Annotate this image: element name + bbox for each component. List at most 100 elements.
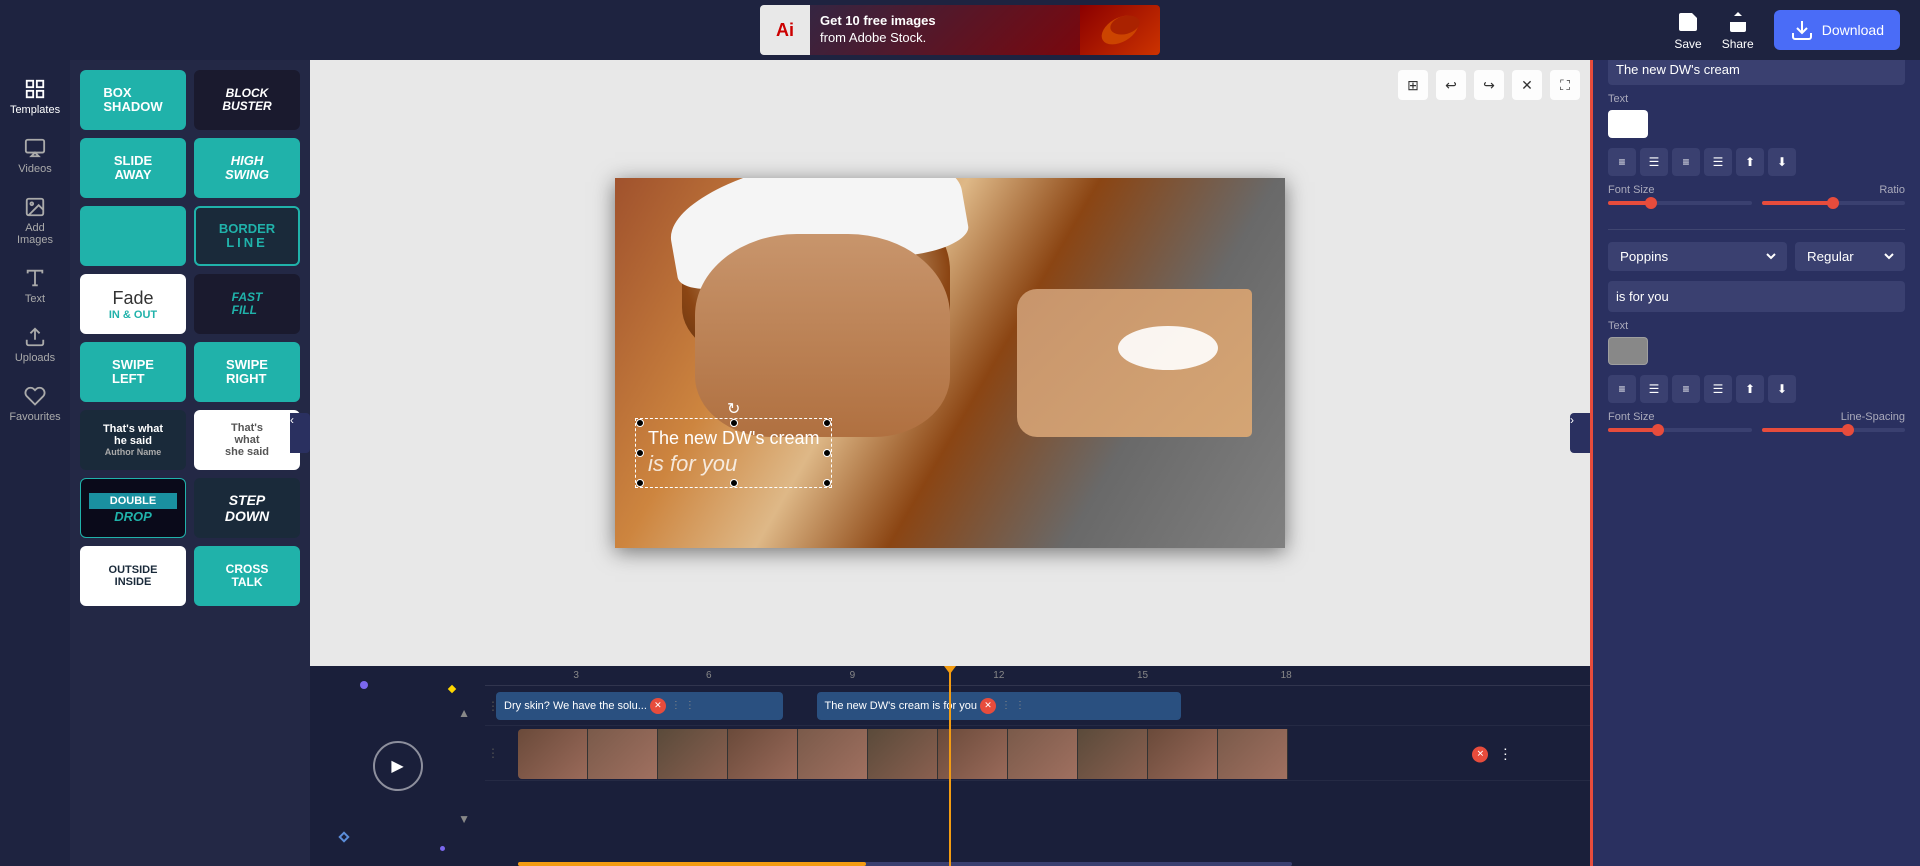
color-swatch-2[interactable] bbox=[1608, 337, 1648, 365]
overlay-text-1: The new DW's cream bbox=[648, 427, 819, 450]
audio-clip-2-close[interactable]: ✕ bbox=[980, 698, 996, 714]
font-style-select-2[interactable]: Regular Bold Italic bbox=[1795, 242, 1905, 271]
video-clip-handle[interactable]: ⋮ bbox=[1498, 746, 1512, 763]
font-size-label-2: Font Size bbox=[1608, 411, 1654, 423]
align-justify-2[interactable]: ☰ bbox=[1704, 375, 1732, 403]
template-outside-inside[interactable]: OUTSIDE INSIDE bbox=[80, 546, 186, 606]
text-input-2[interactable] bbox=[1608, 281, 1905, 312]
align-row-1: ≡ ☰ ≡ ☰ ⬆ ⬇ bbox=[1608, 148, 1905, 176]
align-row-2: ≡ ☰ ≡ ☰ ⬆ ⬇ bbox=[1608, 375, 1905, 403]
handle-tr[interactable] bbox=[823, 419, 831, 427]
sidebar-item-videos[interactable]: Videos bbox=[5, 129, 65, 183]
video-strip[interactable]: ✕ ⋮ bbox=[518, 729, 1535, 779]
left-panel-toggle[interactable]: ‹ bbox=[290, 413, 310, 453]
text-section-2: Poppins Arial Roboto Regular Bold Italic… bbox=[1608, 242, 1905, 444]
template-box-shadow[interactable]: BOXSHADOW bbox=[80, 70, 186, 130]
audio-clip-1-handle-a[interactable]: ⋮ bbox=[671, 700, 681, 711]
template-step-down[interactable]: STEP DOWN bbox=[194, 478, 300, 538]
ad-banner[interactable]: Ai Get 10 free images from Adobe Stock. bbox=[760, 5, 1160, 55]
canvas-toolbar: ⊞ ↩ ↪ ✕ ⛶ bbox=[1398, 70, 1580, 100]
fullscreen-btn[interactable]: ⛶ bbox=[1550, 70, 1580, 100]
font-size-label-1: Font Size bbox=[1608, 184, 1654, 196]
right-panel-toggle[interactable]: › bbox=[1570, 413, 1590, 453]
handle-ml[interactable] bbox=[636, 449, 644, 457]
align-top-1[interactable]: ⬆ bbox=[1736, 148, 1764, 176]
color-swatch-1[interactable] bbox=[1608, 110, 1648, 138]
template-grid: BOXSHADOW BLOCKBUSTER SLIDEAWAY HIGHSWIN… bbox=[80, 70, 300, 606]
timeline-ruler: 3 6 9 12 15 18 bbox=[485, 666, 1590, 686]
audio-clip-2-handle-b[interactable]: ⋮ bbox=[1015, 700, 1025, 711]
align-right-1[interactable]: ≡ bbox=[1672, 148, 1700, 176]
save-action[interactable]: Save bbox=[1674, 10, 1701, 51]
align-center-2[interactable]: ☰ bbox=[1640, 375, 1668, 403]
video-track-row: ⋮ ✕ bbox=[485, 726, 1590, 781]
align-left-1[interactable]: ≡ bbox=[1608, 148, 1636, 176]
template-quote1[interactable]: That's whathe said Author Name bbox=[80, 410, 186, 470]
handle-bl[interactable] bbox=[636, 479, 644, 487]
overlay-text-2: is for you bbox=[648, 450, 819, 479]
audio-clip-2-handle-a[interactable]: ⋮ bbox=[1001, 700, 1011, 711]
rotate-handle[interactable]: ↻ bbox=[727, 399, 740, 419]
video-clip-close[interactable]: ✕ bbox=[1472, 746, 1488, 762]
audio-clip-1-close[interactable]: ✕ bbox=[650, 698, 666, 714]
audio-clip-1[interactable]: Dry skin? We have the solu... ✕ ⋮ ⋮ bbox=[496, 692, 783, 720]
font-size-slider-1[interactable] bbox=[1608, 201, 1752, 205]
close-btn[interactable]: ✕ bbox=[1512, 70, 1542, 100]
font-family-select-2[interactable]: Poppins Arial Roboto bbox=[1608, 242, 1787, 271]
handle-tm[interactable] bbox=[730, 419, 738, 427]
grid-view-btn[interactable]: ⊞ bbox=[1398, 70, 1428, 100]
template-double-drop[interactable]: DOUBLE DROP bbox=[80, 478, 186, 538]
template-swipe-left[interactable]: SWIPELEFT bbox=[80, 342, 186, 402]
sidebar-item-favourites[interactable]: Favourites bbox=[5, 377, 65, 431]
text-overlay[interactable]: ↻ The new DW's cream is for you bbox=[635, 418, 832, 488]
audio-clip-1-text: Dry skin? We have the solu... bbox=[504, 700, 647, 712]
share-action[interactable]: Share bbox=[1722, 10, 1754, 51]
align-left-2[interactable]: ≡ bbox=[1608, 375, 1636, 403]
template-slide-away[interactable]: SLIDEAWAY bbox=[80, 138, 186, 198]
templates-panel: BOXSHADOW BLOCKBUSTER SLIDEAWAY HIGHSWIN… bbox=[70, 60, 310, 866]
sidebar-item-add-images[interactable]: Add Images bbox=[5, 188, 65, 254]
video-background bbox=[615, 178, 1285, 548]
ratio-slider-1[interactable] bbox=[1762, 201, 1906, 205]
align-right-2[interactable]: ≡ bbox=[1672, 375, 1700, 403]
video-track-handle[interactable]: ⋮ bbox=[487, 746, 499, 760]
template-solid-green[interactable] bbox=[80, 206, 186, 266]
align-bottom-1[interactable]: ⬇ bbox=[1768, 148, 1796, 176]
align-justify-1[interactable]: ☰ bbox=[1704, 148, 1732, 176]
audio-clip-2[interactable]: The new DW's cream is for you ✕ ⋮ ⋮ bbox=[817, 692, 1182, 720]
play-area: ▲ ▼ ▶ bbox=[310, 666, 485, 866]
canvas-area: ⊞ ↩ ↪ ✕ ⛶ ↻ The new DW's cream is for yo… bbox=[310, 60, 1590, 666]
text-label-2: Text bbox=[1608, 320, 1905, 332]
handle-mr[interactable] bbox=[823, 449, 831, 457]
handle-bm[interactable] bbox=[730, 479, 738, 487]
template-high-swing[interactable]: HIGHSWING bbox=[194, 138, 300, 198]
left-sidebar: Templates Videos Add Images Text Uploads… bbox=[0, 60, 70, 866]
ruler-mark-3: 3 bbox=[573, 670, 579, 681]
undo-btn[interactable]: ↩ bbox=[1436, 70, 1466, 100]
align-top-2[interactable]: ⬆ bbox=[1736, 375, 1764, 403]
template-fast-fill[interactable]: FASTFILL bbox=[194, 274, 300, 334]
ruler-mark-6: 6 bbox=[706, 670, 712, 681]
template-block-buster[interactable]: BLOCKBUSTER bbox=[194, 70, 300, 130]
playhead[interactable] bbox=[949, 666, 951, 866]
font-size-slider-2[interactable] bbox=[1608, 428, 1752, 432]
line-spacing-slider-2[interactable] bbox=[1762, 428, 1906, 432]
play-button[interactable]: ▶ bbox=[373, 741, 423, 791]
handle-br[interactable] bbox=[823, 479, 831, 487]
align-bottom-2[interactable]: ⬇ bbox=[1768, 375, 1796, 403]
template-cross-talk[interactable]: CROSSTALK bbox=[194, 546, 300, 606]
sidebar-item-uploads[interactable]: Uploads bbox=[5, 318, 65, 372]
redo-btn[interactable]: ↪ bbox=[1474, 70, 1504, 100]
audio-clip-1-handle-b[interactable]: ⋮ bbox=[685, 700, 695, 711]
template-fade-in-out[interactable]: Fade IN & OUT bbox=[80, 274, 186, 334]
sidebar-item-templates[interactable]: Templates bbox=[5, 70, 65, 124]
top-bar: Ai Get 10 free images from Adobe Stock. … bbox=[0, 0, 1920, 60]
template-quote2[interactable]: That'swhatshe said bbox=[194, 410, 300, 470]
download-action[interactable]: Download bbox=[1774, 10, 1900, 50]
sidebar-item-text[interactable]: Text bbox=[5, 259, 65, 313]
handle-tl[interactable] bbox=[636, 419, 644, 427]
timeline: ▲ ▼ ▶ 3 6 9 12 15 18 ⋮ bbox=[310, 666, 1590, 866]
template-swipe-right[interactable]: SWIPERIGHT bbox=[194, 342, 300, 402]
align-center-1[interactable]: ☰ bbox=[1640, 148, 1668, 176]
template-border-line[interactable]: BORDERLINE bbox=[194, 206, 300, 266]
